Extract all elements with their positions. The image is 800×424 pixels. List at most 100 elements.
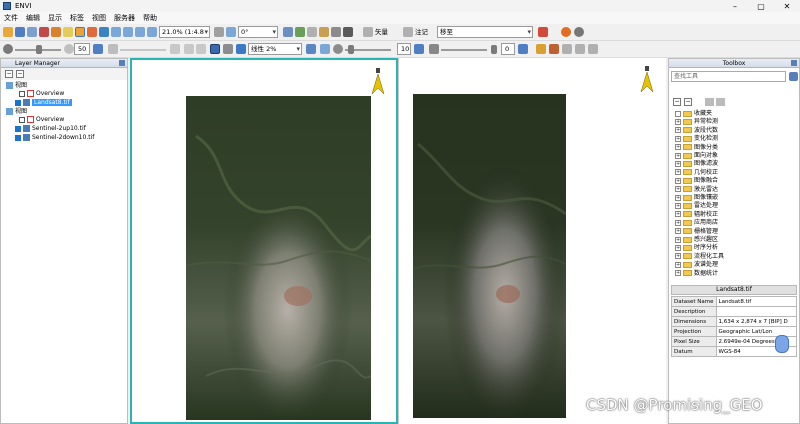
save-icon[interactable] <box>15 27 25 37</box>
tool-folder-radiometric[interactable]: + 辐射校正 <box>675 211 718 219</box>
assistant-icon[interactable] <box>775 335 789 353</box>
layout-icon[interactable] <box>575 44 585 54</box>
zoom-out-icon[interactable] <box>123 27 133 37</box>
zoom-combo[interactable]: 21.0% (1:4.8 <box>159 26 210 38</box>
portal-icon[interactable] <box>319 27 329 37</box>
layer-sentinel-down[interactable]: Sentinel-2down10.tif <box>15 134 94 142</box>
fly-icon[interactable] <box>87 27 97 37</box>
expand-icon[interactable]: + <box>675 144 681 151</box>
favorite-icon[interactable] <box>705 98 714 106</box>
expand-icon[interactable]: + <box>675 169 681 176</box>
expand-icon[interactable]: + <box>675 202 681 209</box>
measure-icon[interactable] <box>283 27 293 37</box>
menu-file[interactable]: 文件 <box>0 13 22 23</box>
expand-icon[interactable]: + <box>675 244 681 251</box>
pan-icon[interactable] <box>75 27 85 37</box>
split-icon[interactable] <box>588 44 598 54</box>
stretch-type-icon[interactable] <box>236 44 246 54</box>
expand-icon[interactable]: + <box>675 186 681 193</box>
view1-overview[interactable]: Overview <box>19 90 64 98</box>
tool-folder-anomaly[interactable]: + 异常检测 <box>675 118 718 126</box>
zoom-in-icon[interactable] <box>111 27 121 37</box>
toolbox-search-input[interactable]: 查找工具 <box>671 71 786 82</box>
expand-icon[interactable]: + <box>675 135 681 142</box>
pin-icon[interactable] <box>39 27 49 37</box>
expand-icon[interactable]: + <box>675 253 681 260</box>
transparency-slider-thumb[interactable] <box>491 45 497 54</box>
menu-server[interactable]: 服务器 <box>110 13 139 23</box>
expand-icon[interactable]: + <box>675 261 681 268</box>
pin-icon[interactable] <box>119 60 125 66</box>
expand-icon[interactable]: + <box>675 152 681 159</box>
rotation-combo[interactable]: 0° <box>238 26 278 38</box>
tool-folder-lidar[interactable]: + 激光雷达 <box>675 186 718 194</box>
tool-folder-filter[interactable]: + 图像滤波 <box>675 160 718 168</box>
annotation-icon[interactable] <box>403 27 413 37</box>
layer-landsat8[interactable]: Landsat8.tif <box>15 99 72 107</box>
search-icon[interactable] <box>574 27 584 37</box>
add-favorite-icon[interactable] <box>716 98 725 106</box>
menu-label[interactable]: 标签 <box>66 13 88 23</box>
expand-icon[interactable]: + <box>675 194 681 201</box>
tool-folder-fusion[interactable]: + 图像融合 <box>675 177 718 185</box>
stretch-combo[interactable]: 线性 2% <box>248 43 302 55</box>
zoom-fixed-in-icon[interactable] <box>135 27 145 37</box>
tool-folder-app-store[interactable]: + 应用商店 <box>675 219 718 227</box>
histogram-icon[interactable] <box>210 44 220 54</box>
collapse-all-icon[interactable]: − <box>673 98 681 106</box>
sharpen-slider-thumb[interactable] <box>348 45 354 54</box>
menu-view[interactable]: 视图 <box>88 13 110 23</box>
tool-folder-time-series[interactable]: + 时序分析 <box>675 244 718 252</box>
rotate-right-icon[interactable] <box>226 27 236 37</box>
view-1[interactable] <box>130 58 398 424</box>
menu-display[interactable]: 显示 <box>44 13 66 23</box>
layers-icon[interactable] <box>549 44 559 54</box>
tool-folder-band-math[interactable]: + 波段代数 <box>675 127 718 135</box>
refresh-icon[interactable] <box>789 72 798 81</box>
transparency-reset-icon[interactable] <box>518 44 528 54</box>
transparency-slider-track[interactable] <box>441 49 487 51</box>
tool-folder-classification[interactable]: + 图像分类 <box>675 144 718 152</box>
chip-icon[interactable] <box>331 27 341 37</box>
contrast-slider-track[interactable] <box>120 49 166 51</box>
print-icon[interactable] <box>27 27 37 37</box>
transparency-value[interactable]: 0 <box>501 43 515 55</box>
refresh-icon[interactable] <box>306 44 316 54</box>
landsat8-checkbox[interactable] <box>15 99 21 106</box>
collapse-all-icon[interactable]: − <box>5 70 13 78</box>
zoom-full-icon[interactable] <box>147 27 157 37</box>
tool-folder-workflow[interactable]: + 流程化工具 <box>675 253 724 261</box>
expand-icon[interactable]: + <box>675 211 681 218</box>
sentinel2-image[interactable] <box>413 94 566 418</box>
reset-icon[interactable] <box>93 44 103 54</box>
tool-folder-mosaic[interactable]: + 图像镶嵌 <box>675 194 718 202</box>
stretch-icon[interactable] <box>223 44 233 54</box>
tool-folder-change-detection[interactable]: + 变化检测 <box>675 135 718 143</box>
open-folder-icon[interactable] <box>3 27 13 37</box>
crosshair-icon[interactable] <box>295 27 305 37</box>
sentinel-up-checkbox[interactable] <box>15 125 21 132</box>
expand-icon[interactable]: + <box>675 219 681 226</box>
sentinel-down-checkbox[interactable] <box>15 134 21 141</box>
expand-all-icon[interactable]: − <box>684 98 692 106</box>
landsat8-image[interactable] <box>186 96 371 420</box>
swap-icon[interactable] <box>320 44 330 54</box>
view-2[interactable] <box>398 58 666 424</box>
maximize-icon[interactable]: ▢ <box>748 0 774 12</box>
tool-folder-radar[interactable]: + 雷达处理 <box>675 202 718 210</box>
overview-checkbox[interactable] <box>19 116 25 123</box>
sharpen-reset-icon[interactable] <box>414 44 424 54</box>
vector-icon[interactable] <box>363 27 373 37</box>
annotation-label[interactable]: 注记 <box>415 27 428 37</box>
expand-icon[interactable] <box>675 110 681 117</box>
close-icon[interactable]: ✕ <box>774 0 800 12</box>
tool-folder-statistics[interactable]: + 数据统计 <box>675 270 718 278</box>
brush-icon[interactable] <box>307 27 317 37</box>
menu-help[interactable]: 帮助 <box>139 13 161 23</box>
expand-icon[interactable]: + <box>675 160 681 167</box>
expand-icon[interactable]: + <box>675 177 681 184</box>
tool-folder-raster-management[interactable]: + 栅格管理 <box>675 228 718 236</box>
tool-folder-object[interactable]: + 面向对象 <box>675 152 718 160</box>
expand-icon[interactable]: + <box>675 127 681 134</box>
view1-node[interactable]: 视图 <box>6 82 27 90</box>
